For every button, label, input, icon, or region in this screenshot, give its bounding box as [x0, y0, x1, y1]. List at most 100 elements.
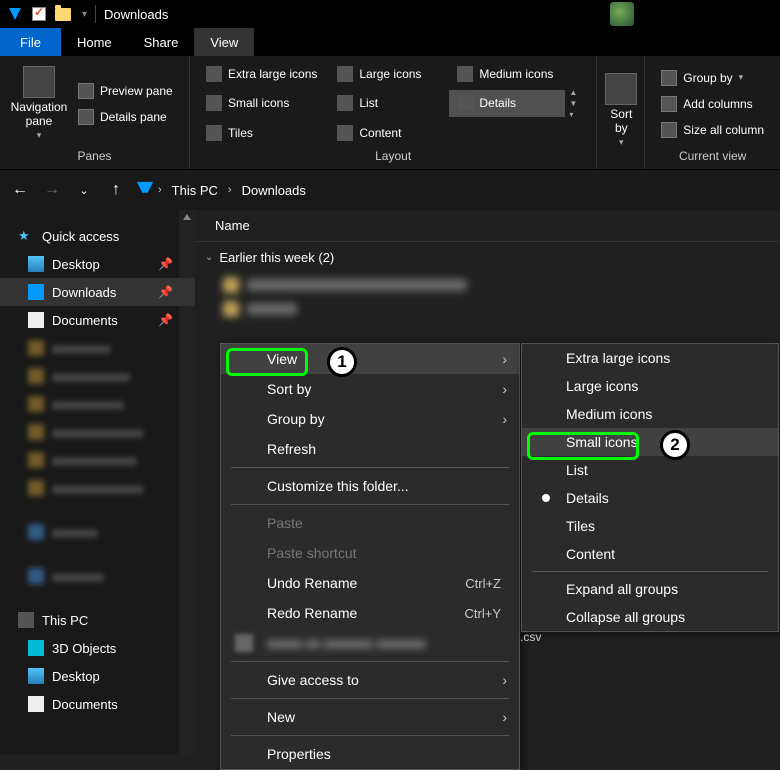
details-pane-button[interactable]: Details pane: [70, 105, 181, 129]
sub-large-icons[interactable]: Large icons: [522, 372, 778, 400]
sidebar-downloads[interactable]: Downloads📌: [0, 278, 195, 306]
path-this-pc[interactable]: This PC: [166, 179, 224, 202]
sub-collapse-groups[interactable]: Collapse all groups: [522, 603, 778, 631]
sidebar-item[interactable]: xxxxxxxx: [0, 562, 195, 590]
menu-view[interactable]: View: [194, 28, 254, 56]
sub-tiles[interactable]: Tiles: [522, 512, 778, 540]
sidebar-item[interactable]: xxxxxxxxxxxx: [0, 362, 195, 390]
sidebar-quick-access[interactable]: ★Quick access: [0, 222, 195, 250]
sub-medium-icons[interactable]: Medium icons: [522, 400, 778, 428]
ribbon: Navigation pane ▾ Preview pane Details p…: [0, 56, 780, 170]
layout-medium[interactable]: Medium icons: [449, 60, 565, 88]
chevron-right-icon: ›: [502, 411, 507, 427]
annotation-badge-2: 2: [660, 430, 690, 460]
up-button[interactable]: ↑: [104, 178, 128, 202]
sidebar-desktop-2[interactable]: Desktop: [0, 662, 195, 690]
path-downloads[interactable]: Downloads: [236, 179, 312, 202]
sidebar-documents-2[interactable]: Documents: [0, 690, 195, 718]
pc-icon: [18, 612, 34, 628]
layout-list[interactable]: List: [329, 90, 445, 118]
sidebar-item[interactable]: xxxxxxxxx: [0, 334, 195, 362]
group-by-button[interactable]: Group by▾: [653, 66, 772, 90]
add-columns-button[interactable]: Add columns: [653, 92, 772, 116]
document-icon: [28, 696, 44, 712]
forward-button[interactable]: →: [40, 178, 64, 202]
file-extension-text: .csv: [520, 630, 541, 644]
sidebar-desktop[interactable]: Desktop📌: [0, 250, 195, 278]
qat-dropdown-icon[interactable]: ▾: [82, 9, 87, 20]
ctx-new[interactable]: New›: [221, 702, 519, 732]
sub-extra-large-icons[interactable]: Extra large icons: [522, 344, 778, 372]
ctx-customize[interactable]: Customize this folder...: [221, 471, 519, 501]
layout-scroll[interactable]: ▲▼▾: [565, 60, 581, 147]
menu-file[interactable]: File: [0, 28, 61, 56]
chevron-right-icon: ›: [502, 672, 507, 688]
separator: [231, 698, 509, 699]
chevron-right-icon: ›: [502, 381, 507, 397]
pin-icon: 📌: [158, 257, 173, 271]
ctx-properties[interactable]: Properties: [221, 739, 519, 769]
recent-dropdown[interactable]: ⌄: [72, 178, 96, 202]
ctx-refresh[interactable]: Refresh: [221, 434, 519, 464]
pin-icon: 📌: [158, 285, 173, 299]
file-row[interactable]: [195, 273, 780, 297]
titlebar: ▾ Downloads: [0, 0, 780, 28]
separator: [532, 571, 768, 572]
ctx-blurred[interactable]: xxxxx xx xxxxxxx xxxxxxx: [221, 628, 519, 658]
sidebar-3d-objects[interactable]: 3D Objects: [0, 634, 195, 662]
layout-large[interactable]: Large icons: [329, 60, 445, 88]
layout-details[interactable]: Details: [449, 90, 565, 118]
layout-extra-large[interactable]: Extra large icons: [198, 60, 325, 88]
path-icon: [137, 182, 153, 198]
menubar: File Home Share View: [0, 28, 780, 56]
sidebar-item[interactable]: xxxxxxxxxxxxxx: [0, 418, 195, 446]
address-bar: ← → ⌄ ↑ › This PC › Downloads: [0, 170, 780, 210]
pin-icon: 📌: [158, 313, 173, 327]
group-label-layout: Layout: [198, 147, 588, 165]
menu-share[interactable]: Share: [128, 28, 195, 56]
chevron-right-icon[interactable]: ›: [158, 184, 162, 196]
layout-content[interactable]: Content: [329, 119, 445, 147]
sub-list[interactable]: List: [522, 456, 778, 484]
user-avatar-icon: [610, 2, 634, 26]
layout-tiles[interactable]: Tiles: [198, 119, 325, 147]
column-header-name[interactable]: Name: [195, 210, 780, 242]
menu-home[interactable]: Home: [61, 28, 128, 56]
group-earlier-this-week[interactable]: ⌄Earlier this week (2): [195, 242, 780, 273]
sub-details[interactable]: Details: [522, 484, 778, 512]
ctx-paste: Paste: [221, 508, 519, 538]
ctx-give-access[interactable]: Give access to›: [221, 665, 519, 695]
sidebar-item[interactable]: xxxxxxxxxxx: [0, 390, 195, 418]
navigation-pane-button[interactable]: Navigation pane ▾: [8, 60, 70, 147]
back-button[interactable]: ←: [8, 178, 32, 202]
chevron-down-icon: ▾: [37, 130, 42, 141]
separator: [231, 504, 509, 505]
ctx-view[interactable]: View›: [221, 344, 519, 374]
radio-selected-icon: [542, 494, 550, 502]
sidebar: ★Quick access Desktop📌 Downloads📌 Docume…: [0, 210, 195, 755]
ctx-group-by[interactable]: Group by›: [221, 404, 519, 434]
preview-pane-icon: [78, 83, 94, 99]
sub-expand-groups[interactable]: Expand all groups: [522, 575, 778, 603]
sidebar-item[interactable]: xxxxxxx: [0, 518, 195, 546]
ctx-undo[interactable]: Undo RenameCtrl+Z: [221, 568, 519, 598]
sidebar-item[interactable]: xxxxxxxxxxxxxx: [0, 474, 195, 502]
ctx-redo[interactable]: Redo RenameCtrl+Y: [221, 598, 519, 628]
sidebar-this-pc[interactable]: This PC: [0, 606, 195, 634]
preview-pane-button[interactable]: Preview pane: [70, 79, 181, 103]
checkbox-icon[interactable]: [30, 5, 48, 23]
breadcrumb[interactable]: › This PC › Downloads: [136, 179, 772, 202]
file-row[interactable]: [195, 297, 780, 321]
sidebar-item[interactable]: xxxxxxxxxxxxx: [0, 446, 195, 474]
chevron-right-icon[interactable]: ›: [228, 184, 232, 196]
chevron-down-icon: ⌄: [205, 252, 213, 263]
size-columns-button[interactable]: Size all column: [653, 118, 772, 142]
sub-small-icons[interactable]: Small icons: [522, 428, 778, 456]
desktop-icon: [28, 256, 44, 272]
sort-by-button[interactable]: Sort by ▾: [605, 60, 637, 161]
layout-small[interactable]: Small icons: [198, 90, 325, 118]
ctx-sort-by[interactable]: Sort by›: [221, 374, 519, 404]
folder-icon[interactable]: [54, 5, 72, 23]
sidebar-documents[interactable]: Documents📌: [0, 306, 195, 334]
sub-content[interactable]: Content: [522, 540, 778, 568]
